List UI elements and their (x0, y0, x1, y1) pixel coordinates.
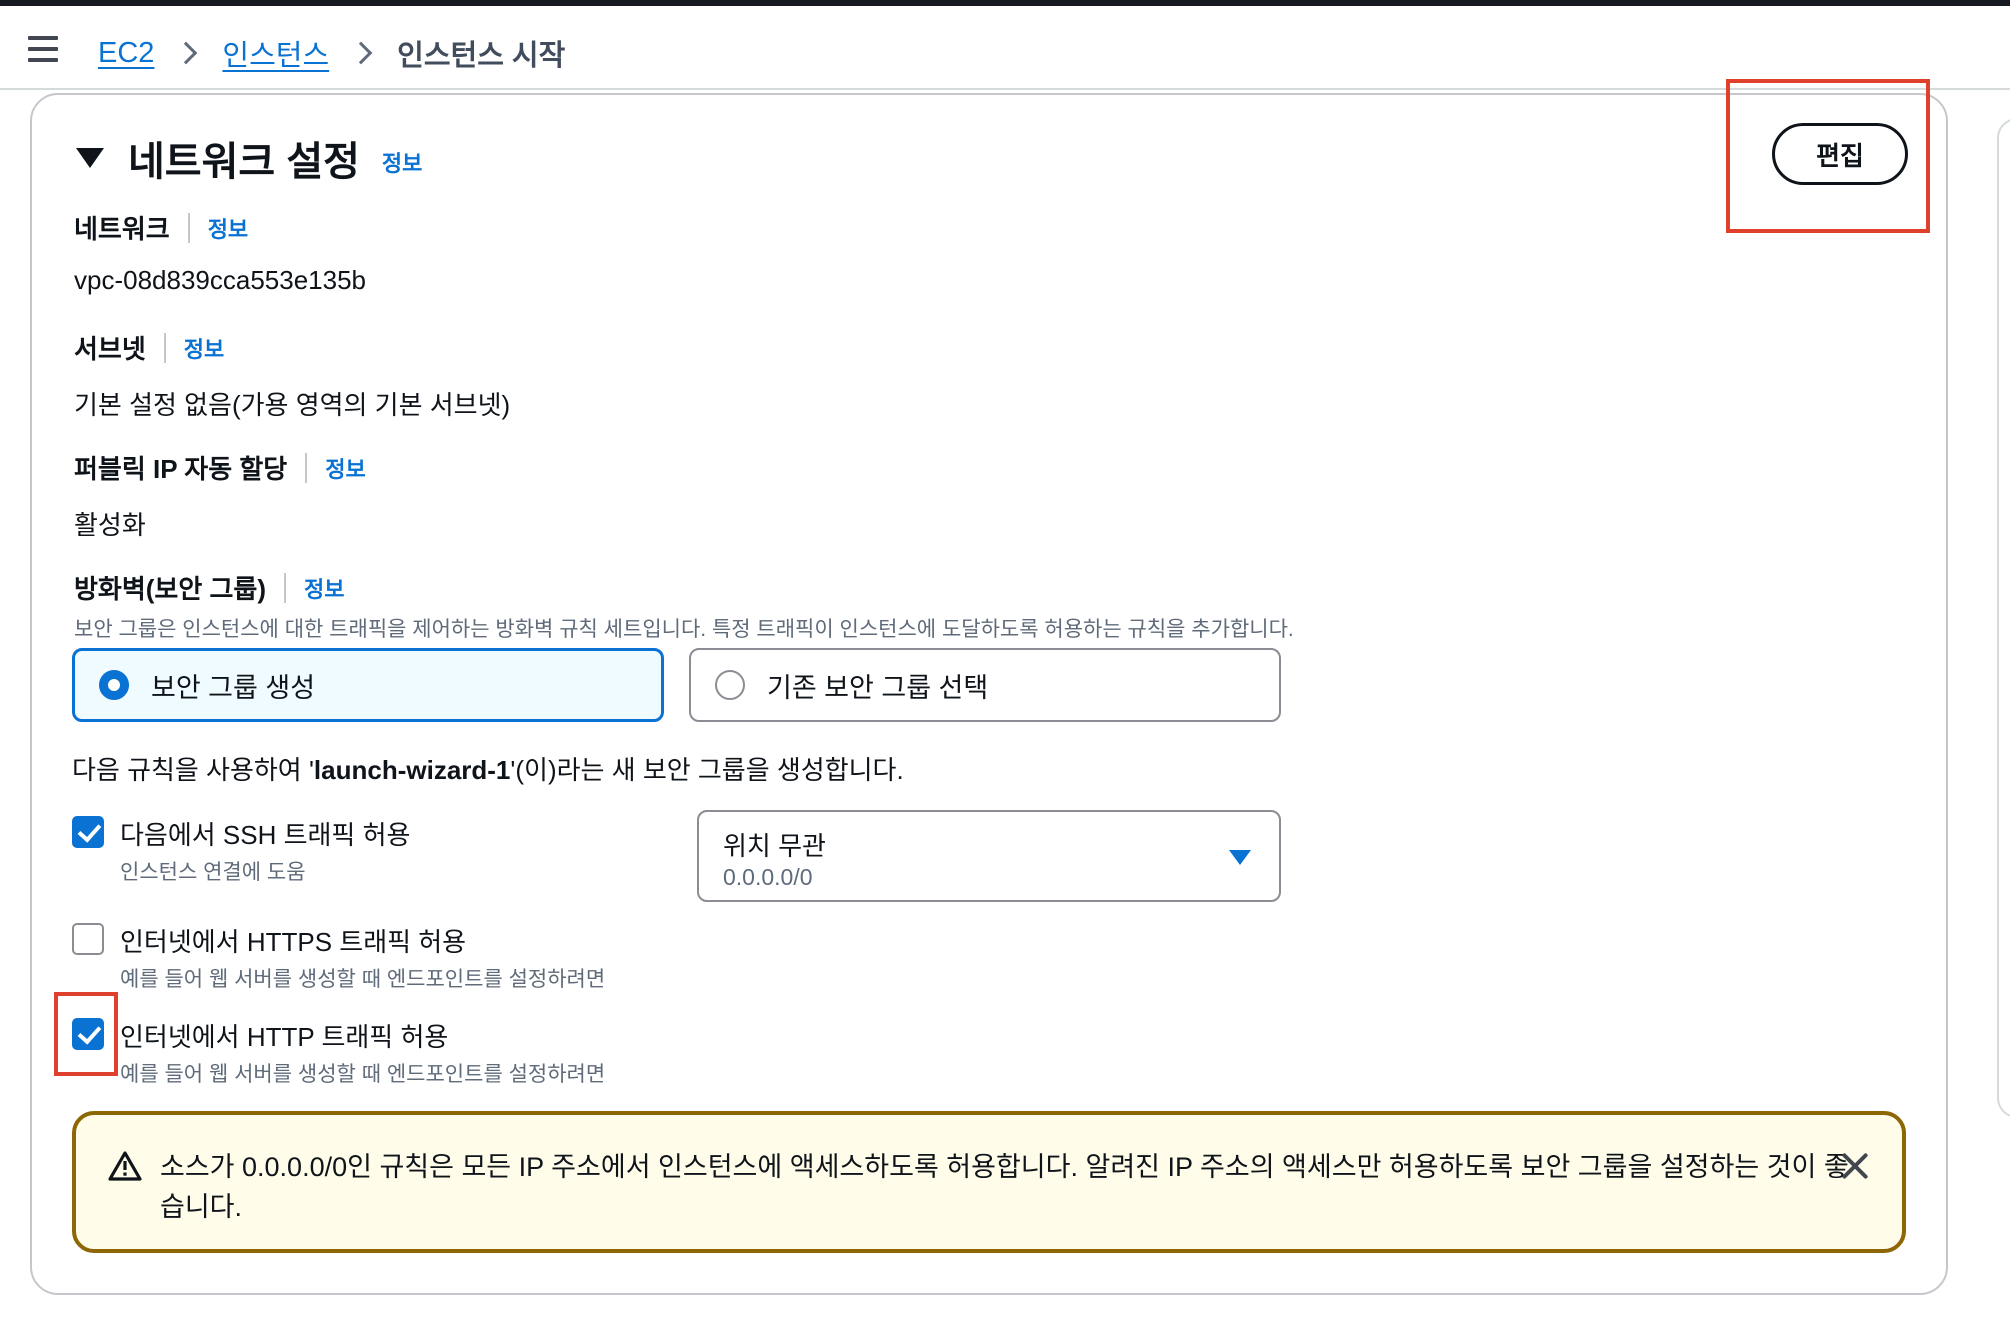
ssh-description: 인스턴스 연결에 도움 (120, 861, 306, 884)
network-info-link[interactable]: 정보 (208, 212, 248, 244)
subnet-label-row: 서브넷 정보 (74, 329, 224, 366)
firewall-description: 보안 그룹은 인스턴스에 대한 트래픽을 제어하는 방화벽 규칙 세트입니다. … (74, 618, 1294, 641)
breadcrumb: EC2 인스턴스 인스턴스 시작 (98, 32, 565, 74)
menu-icon[interactable] (28, 36, 60, 64)
warning-alert: 소스가 0.0.0.0/0인 규칙은 모든 IP 주소에서 인스턴스에 액세스하… (72, 1111, 1906, 1253)
ssh-source-cidr: 0.0.0.0/0 (723, 864, 813, 890)
firewall-info-link[interactable]: 정보 (304, 572, 344, 604)
public-ip-value: 활성화 (74, 510, 146, 540)
subnet-value: 기본 설정 없음(가용 영역의 기본 서브넷) (74, 390, 511, 420)
network-value: vpc-08d839cca553e135b (74, 265, 367, 295)
create-security-group-tile[interactable]: 보안 그룹 생성 (72, 648, 664, 722)
https-label: 인터넷에서 HTTPS 트래픽 허용 (120, 927, 467, 957)
rule-summary-suffix: '(이)라는 새 보안 그룹을 생성합니다. (510, 755, 904, 785)
firewall-label: 방화벽(보안 그룹) (74, 574, 266, 604)
public-ip-info-link[interactable]: 정보 (325, 452, 365, 484)
ssh-source-select[interactable]: 위치 무관 0.0.0.0/0 (697, 810, 1281, 902)
ssh-source-value: 위치 무관 (723, 831, 826, 861)
ssh-checkbox[interactable] (72, 816, 104, 848)
breadcrumb-instances[interactable]: 인스턴스 (222, 32, 329, 74)
warning-text: 소스가 0.0.0.0/0인 규칙은 모든 IP 주소에서 인스턴스에 액세스하… (160, 1152, 1849, 1222)
https-checkbox[interactable] (72, 923, 104, 955)
http-label: 인터넷에서 HTTP 트래픽 허용 (120, 1022, 449, 1052)
firewall-label-row: 방화벽(보안 그룹) 정보 (74, 569, 344, 606)
side-panel-edge (1997, 118, 2010, 1118)
divider (187, 212, 190, 243)
divider (283, 572, 286, 603)
close-icon[interactable] (1838, 1149, 1872, 1183)
http-highlight-box (54, 992, 118, 1076)
breadcrumb-ec2[interactable]: EC2 (98, 37, 154, 70)
subnet-label: 서브넷 (74, 334, 146, 364)
section-header: 네트워크 설정 정보 (76, 129, 422, 187)
existing-security-group-label: 기존 보안 그룹 선택 (767, 672, 989, 703)
security-group-name: launch-wizard-1 (313, 755, 511, 785)
caret-down-icon[interactable] (76, 148, 104, 168)
chevron-right-icon (353, 38, 373, 68)
warning-icon (108, 1151, 142, 1181)
create-security-group-label: 보안 그룹 생성 (151, 672, 316, 703)
edit-highlight-box (1726, 79, 1930, 233)
public-ip-label-row: 퍼블릭 IP 자동 할당 정보 (74, 449, 366, 486)
section-title: 네트워크 설정 (128, 140, 360, 184)
radio-unselected[interactable] (715, 670, 745, 700)
chevron-right-icon (178, 38, 198, 68)
network-label: 네트워크 (74, 214, 170, 244)
subnet-info-link[interactable]: 정보 (184, 332, 224, 364)
ssh-label: 다음에서 SSH 트래픽 허용 (120, 820, 411, 850)
divider (305, 452, 308, 483)
rule-summary: 다음 규칙을 사용하여 'launch-wizard-1'(이)라는 새 보안 … (72, 750, 904, 787)
http-description: 예를 들어 웹 서버를 생성할 때 엔드포인트를 설정하려면 (120, 1063, 606, 1086)
caret-down-icon (1229, 850, 1251, 865)
existing-security-group-tile[interactable]: 기존 보안 그룹 선택 (689, 648, 1281, 722)
public-ip-label: 퍼블릭 IP 자동 할당 (74, 454, 288, 484)
radio-selected[interactable] (99, 670, 129, 700)
top-bar: EC2 인스턴스 인스턴스 시작 (0, 6, 2010, 90)
breadcrumb-current: 인스턴스 시작 (397, 40, 566, 72)
section-info-link[interactable]: 정보 (382, 146, 422, 178)
network-label-row: 네트워크 정보 (74, 209, 248, 246)
rule-summary-prefix: 다음 규칙을 사용하여 ' (72, 755, 314, 785)
divider (163, 332, 166, 363)
https-description: 예를 들어 웹 서버를 생성할 때 엔드포인트를 설정하려면 (120, 968, 606, 991)
